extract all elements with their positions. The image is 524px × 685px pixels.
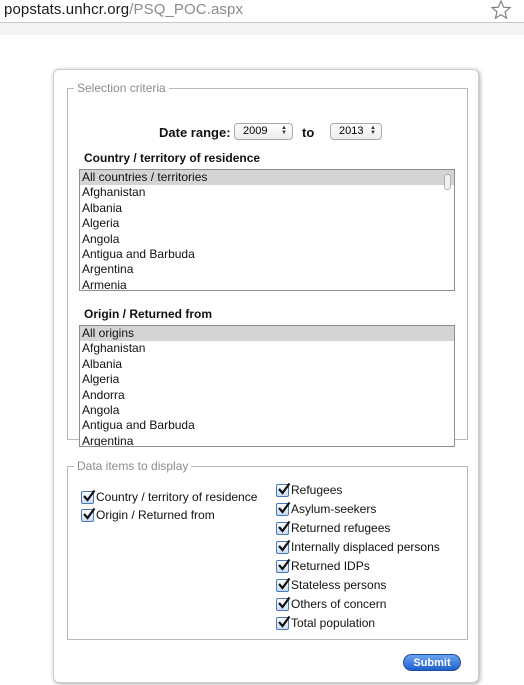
- list-item[interactable]: Angola: [80, 232, 454, 247]
- list-item[interactable]: All countries / territories: [80, 170, 454, 186]
- bookmark-star-icon[interactable]: [490, 0, 512, 21]
- checkbox-checked-icon[interactable]: [276, 501, 291, 516]
- checkbox-checked-icon[interactable]: [276, 520, 291, 535]
- list-item[interactable]: Albania: [80, 201, 454, 216]
- checkbox-label: Asylum-seekers: [291, 502, 377, 516]
- date-from-value: 2009: [243, 125, 268, 137]
- selection-criteria-legend: Selection criteria: [77, 81, 166, 95]
- residence-listbox[interactable]: All countries / territories Afghanistan …: [79, 169, 455, 291]
- origin-listbox[interactable]: All origins Afghanistan Albania Algeria …: [79, 325, 455, 447]
- selection-criteria-group: Selection criteria Date range: 2009 ▲ ▼ t…: [67, 81, 468, 447]
- checkbox-checked-icon[interactable]: [276, 615, 291, 630]
- list-item[interactable]: Armenia: [80, 278, 454, 290]
- checkbox-label: Total population: [291, 616, 376, 630]
- submit-button[interactable]: Submit: [403, 654, 461, 671]
- list-item[interactable]: Andorra: [80, 388, 454, 403]
- select-arrows-icon: ▲ ▼: [281, 125, 287, 136]
- origin-title: Origin / Returned from: [84, 307, 213, 321]
- browser-toolbar-strip: [0, 23, 524, 35]
- checkbox-checked-icon[interactable]: [81, 489, 96, 504]
- date-to-value: 2013: [339, 125, 364, 137]
- list-item[interactable]: Albania: [80, 357, 454, 372]
- query-form-panel: Selection criteria Date range: 2009 ▲ ▼ t…: [53, 69, 479, 683]
- url-text[interactable]: popstats.unhcr.org/PSQ_POC.aspx: [4, 1, 243, 18]
- date-to-select[interactable]: 2013 ▲ ▼: [330, 123, 382, 140]
- checkbox-label: Returned refugees: [291, 521, 391, 535]
- list-item[interactable]: Angola: [80, 403, 454, 418]
- url-host: popstats.unhcr.org: [4, 1, 130, 18]
- list-item[interactable]: Argentina: [80, 262, 454, 277]
- checkbox-checked-icon[interactable]: [276, 539, 291, 554]
- checkbox-label: Others of concern: [291, 597, 387, 611]
- checkbox-checked-icon[interactable]: [276, 482, 291, 497]
- list-item[interactable]: Afghanistan: [80, 185, 454, 200]
- list-item[interactable]: Afghanistan: [80, 341, 454, 356]
- select-arrows-icon: ▲ ▼: [370, 125, 376, 136]
- checkbox-label: Stateless persons: [291, 578, 387, 592]
- list-item[interactable]: Antigua and Barbuda: [80, 247, 454, 262]
- list-item[interactable]: Algeria: [80, 216, 454, 231]
- list-item[interactable]: Antigua and Barbuda: [80, 418, 454, 433]
- checkbox-checked-icon[interactable]: [81, 507, 96, 522]
- checkbox-label: Origin / Returned from: [96, 508, 215, 522]
- scrollbar[interactable]: [444, 171, 453, 289]
- data-items-legend: Data items to display: [77, 459, 189, 473]
- checkbox-label: Country / territory of residence: [96, 490, 258, 504]
- checkbox-checked-icon[interactable]: [276, 596, 291, 611]
- list-item[interactable]: Algeria: [80, 372, 454, 387]
- checkbox-label: Internally displaced persons: [291, 540, 440, 554]
- checkbox-checked-icon[interactable]: [276, 577, 291, 592]
- list-item[interactable]: Argentina: [80, 434, 454, 446]
- scrollbar-thumb[interactable]: [444, 174, 451, 190]
- date-from-select[interactable]: 2009 ▲ ▼: [234, 123, 293, 140]
- date-to-label: to: [302, 125, 315, 140]
- checkbox-checked-icon[interactable]: [276, 558, 291, 573]
- residence-title: Country / territory of residence: [84, 151, 261, 165]
- url-path: /PSQ_POC.aspx: [129, 1, 244, 18]
- checkbox-label: Returned IDPs: [291, 559, 370, 573]
- list-item[interactable]: All origins: [80, 326, 454, 342]
- browser-address-bar[interactable]: popstats.unhcr.org/PSQ_POC.aspx: [0, 0, 524, 23]
- checkbox-label: Refugees: [291, 483, 343, 497]
- data-items-group: Data items to display Country / territor…: [67, 459, 468, 640]
- date-range-label: Date range:: [159, 125, 231, 140]
